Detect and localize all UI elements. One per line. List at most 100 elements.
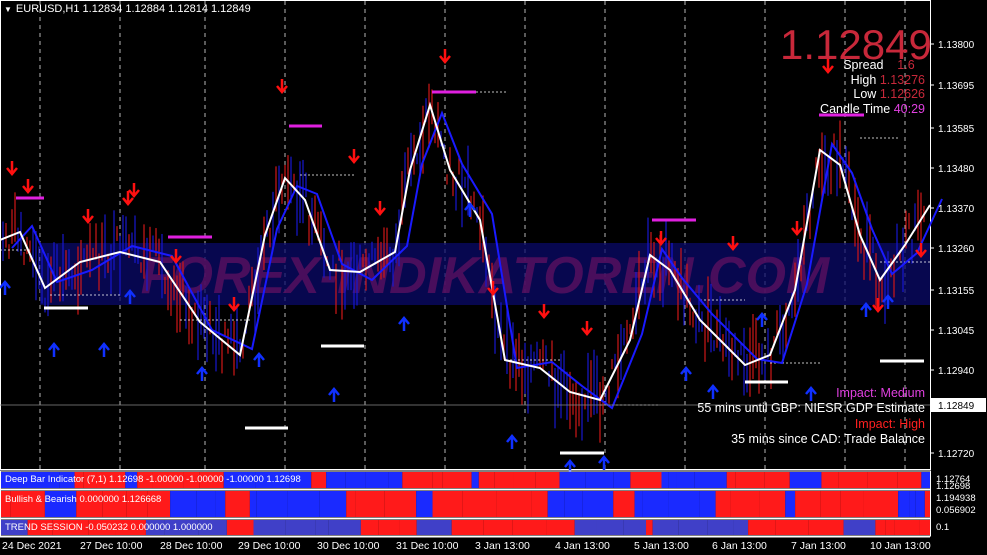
deep-bar-strip-block — [668, 472, 677, 488]
bull-bear-strip-block — [795, 491, 821, 517]
bull-bear-strip-block — [909, 491, 916, 517]
price-label: 1.13585 — [938, 124, 975, 135]
time-label: 28 Dec 10:00 — [160, 540, 223, 552]
down-arrow-icon — [655, 231, 667, 246]
current-price-label: 1.12849 — [938, 401, 975, 412]
trend-session-strip-block — [328, 520, 361, 535]
up-arrow-icon — [328, 387, 340, 402]
trend-session-strip-block — [808, 520, 844, 535]
bull-bear-strip-block — [249, 491, 257, 517]
deep-bar-strip-block — [478, 472, 495, 488]
spread-value: 1.6 — [897, 58, 915, 72]
bull-bear-strip-block — [196, 491, 216, 517]
chart-window[interactable]: FOREX-INDIKATOREN.COM 1.12764 1.12698 1.19… — [0, 0, 987, 555]
trend-session-strip-block — [315, 520, 329, 535]
down-arrow-icon — [791, 221, 803, 236]
up-arrow-icon — [598, 455, 610, 470]
spread-label: Spread — [843, 58, 884, 72]
up-arrow-icon — [0, 280, 11, 295]
up-arrow-icon — [860, 302, 872, 317]
deep-bar-strip-block — [442, 472, 472, 488]
up-arrow-icon — [98, 342, 110, 357]
impact-medium-text: 55 mins until GBP: NIESR GDP Estimate — [697, 400, 925, 415]
trend-session-strip-block — [678, 520, 708, 535]
trend-session-strip-block — [775, 520, 809, 535]
trend-session-strip-block — [574, 520, 597, 535]
bull-bear-strip-block — [215, 491, 226, 517]
up-arrow-icon — [253, 352, 265, 367]
bull-bear-strip-block — [547, 491, 565, 517]
down-arrow-icon — [439, 49, 451, 64]
symbol-header: ▼ EURUSD,H1 1.12834 1.12884 1.12814 1.12… — [4, 3, 251, 15]
trend-session-strip-block — [596, 520, 624, 535]
trend-session-strip-block — [875, 520, 886, 535]
bull-bear-strip-block — [634, 491, 643, 517]
high-label: High — [850, 72, 877, 87]
deep-bar-strip-block — [867, 472, 898, 488]
bull-bear-strip-block — [416, 491, 433, 517]
time-label: 31 Dec 10:00 — [396, 540, 459, 552]
subwindow-2-label: Bullish & Bearish 0.000000 1.126668 — [5, 494, 162, 505]
down-arrow-icon — [82, 209, 94, 224]
time-label: 7 Jan 13:00 — [791, 540, 846, 552]
bull-bear-strip-block — [898, 491, 910, 517]
deep-bar-strip-block — [613, 472, 631, 488]
deep-bar-strip-block — [365, 472, 389, 488]
subwindow-axis-label: 0.1 — [936, 522, 949, 533]
trend-session-strip-block — [919, 520, 930, 535]
price-label: 1.13155 — [938, 286, 975, 297]
down-arrow-icon — [348, 149, 360, 164]
time-label: 30 Dec 10:00 — [317, 540, 380, 552]
subwindow-3-label: TREND SESSION -0.050232 0.000000 1.00000… — [5, 522, 213, 533]
trend-session-strip-block — [399, 520, 417, 535]
triangle-down-icon[interactable]: ▼ — [4, 5, 12, 14]
deep-bar-strip-block — [311, 472, 327, 488]
bull-bear-strip-block — [170, 491, 197, 517]
time-label: 27 Dec 10:00 — [80, 540, 143, 552]
trend-session-strip-block — [894, 520, 920, 535]
trend-session-strip-block — [360, 520, 379, 535]
trend-session-strip-block — [885, 520, 895, 535]
deep-bar-strip-block — [789, 472, 822, 488]
deep-bar-strip-block — [661, 472, 669, 488]
bull-bear-strip-block — [668, 491, 700, 517]
bull-bear-strip-block — [785, 491, 796, 517]
time-label: 10 Jan 13:00 — [870, 540, 931, 552]
impact-medium-label: Impact: Medium — [836, 386, 925, 400]
price-label: 1.13260 — [938, 244, 975, 255]
trend-session-strip-block — [623, 520, 647, 535]
price-label: 1.12720 — [938, 449, 975, 460]
deep-bar-strip-block — [432, 472, 443, 488]
down-arrow-icon — [6, 161, 18, 176]
bull-bear-strip-block — [384, 491, 417, 517]
news-panel: Impact: Medium 55 mins until GBP: NIESR … — [697, 386, 925, 446]
trend-session-strip-block — [733, 520, 749, 535]
deep-bar-strip-block — [585, 472, 614, 488]
trend-session-strip-block — [707, 520, 734, 535]
down-arrow-icon — [374, 201, 386, 216]
time-label: 6 Jan 13:00 — [712, 540, 767, 552]
up-arrow-icon — [196, 366, 208, 381]
bull-bear-strip-block — [531, 491, 548, 517]
deep-bar-strip-block — [559, 472, 586, 488]
bull-bear-strip-block — [564, 491, 583, 517]
bull-bear-strip-block — [915, 491, 925, 517]
bull-bear-strip-block — [715, 491, 731, 517]
trend-session-strip-block — [451, 520, 484, 535]
bull-bear-strip-block — [225, 491, 250, 517]
price-label: 1.13045 — [938, 326, 975, 337]
price-label: 1.13695 — [938, 81, 975, 92]
low-value: 1.12626 — [879, 87, 925, 101]
deep-bar-strip-block — [921, 472, 930, 488]
bull-bear-strip-block — [924, 491, 930, 517]
bull-bear-strip-block — [287, 491, 320, 517]
trend-session-strip-block — [546, 520, 575, 535]
trend-session-strip-block — [843, 520, 876, 535]
down-arrow-icon — [581, 321, 593, 336]
deep-bar-strip-block — [821, 472, 839, 488]
deep-bar-strip-block — [513, 472, 536, 488]
deep-bar-strip-block — [897, 472, 922, 488]
low-label: Low — [853, 87, 877, 101]
price-label: 1.13370 — [938, 204, 975, 215]
deep-bar-strip-block — [535, 472, 560, 488]
